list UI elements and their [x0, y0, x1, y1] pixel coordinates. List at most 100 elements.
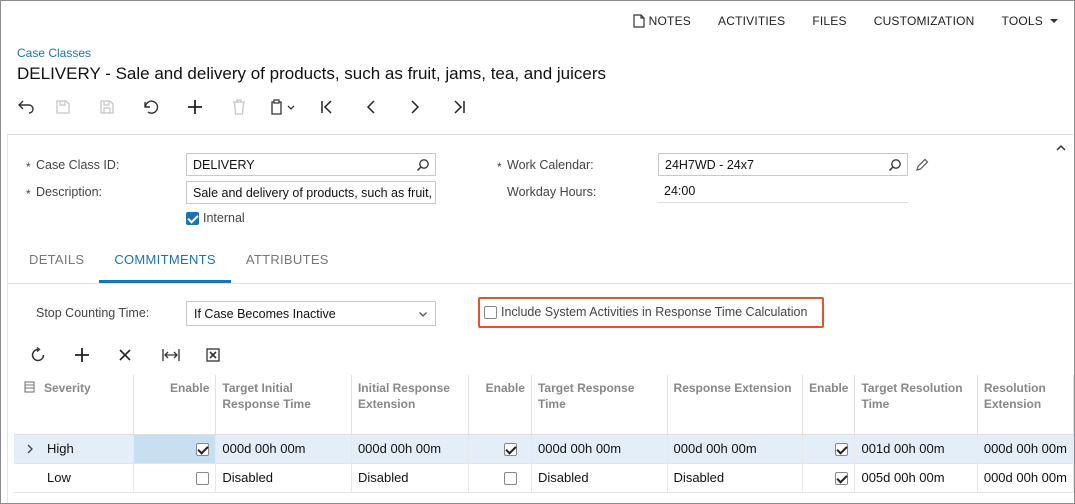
description-label: Description: — [36, 185, 102, 199]
target-response-cell[interactable]: 000d 00h 00m — [531, 434, 668, 464]
save-and-close-button[interactable] — [41, 95, 85, 119]
fit-to-screen-button[interactable] — [162, 348, 206, 362]
excel-icon — [206, 348, 220, 362]
required-mark: * — [497, 160, 502, 174]
enable-initial-cell[interactable] — [133, 463, 217, 493]
target-response-cell[interactable]: Disabled — [531, 463, 668, 493]
work-calendar-field[interactable]: 24H7WD - 24x7 — [658, 153, 908, 176]
caret-down-icon — [1050, 19, 1058, 23]
response-extension-cell[interactable]: Disabled — [667, 463, 804, 493]
column-header-resolution-extension[interactable]: Resolution Extension — [977, 375, 1074, 435]
plus-icon — [75, 348, 89, 362]
include-system-activities-box[interactable] — [484, 305, 497, 319]
enable-resolution-cell[interactable] — [802, 463, 856, 493]
grid-settings-icon[interactable] — [24, 381, 35, 393]
include-system-activities-checkbox[interactable]: Include System Activities in Response Ti… — [484, 305, 807, 319]
add-button[interactable] — [173, 95, 217, 119]
save-icon — [100, 100, 114, 114]
chevron-left-icon — [366, 100, 375, 114]
export-excel-button[interactable] — [206, 348, 250, 362]
collapse-button[interactable] — [1055, 141, 1067, 156]
column-header-initial-response-extension[interactable]: Initial Response Extension — [351, 375, 469, 435]
work-calendar-label: Work Calendar: — [507, 158, 594, 172]
resolution-extension-cell[interactable]: 000d 00h 00m — [977, 434, 1074, 464]
internal-checkbox-box[interactable] — [186, 211, 199, 225]
severity-cell[interactable]: Low — [14, 463, 135, 493]
workday-hours-value: 24:00 — [658, 181, 908, 203]
activities-button[interactable]: ACTIVITIES — [718, 14, 785, 28]
initial-response-extension-cell[interactable]: 000d 00h 00m — [351, 434, 469, 464]
tab-commitments[interactable]: COMMITMENTS — [99, 239, 231, 283]
enable-checkbox[interactable] — [503, 472, 517, 486]
tab-attributes[interactable]: ATTRIBUTES — [231, 239, 344, 283]
cancel-button[interactable] — [129, 95, 173, 119]
search-icon[interactable] — [888, 158, 902, 172]
enable-checkbox[interactable] — [835, 443, 849, 457]
notes-button[interactable]: NOTES — [633, 14, 691, 28]
column-header-target-resolution[interactable]: Target Resolution Time — [854, 375, 978, 435]
last-record-button[interactable] — [437, 95, 481, 119]
table-row[interactable]: High 000d 00h 00m 000d 00h 00m 000d 00h … — [14, 434, 1074, 464]
enable-initial-cell[interactable] — [133, 434, 217, 464]
internal-checkbox[interactable]: Internal — [186, 211, 245, 225]
enable-checkbox[interactable] — [196, 472, 210, 486]
target-resolution-cell[interactable]: 005d 00h 00m — [854, 463, 978, 493]
delete-row-button[interactable] — [118, 348, 162, 362]
table-row[interactable]: Low Disabled Disabled Disabled Disabled … — [14, 463, 1074, 493]
breadcrumb[interactable]: Case Classes — [17, 46, 91, 60]
note-icon — [633, 14, 645, 28]
enable-response-cell[interactable] — [468, 463, 532, 493]
previous-record-button[interactable] — [349, 95, 393, 119]
clipboard-icon — [271, 99, 295, 115]
next-record-button[interactable] — [393, 95, 437, 119]
chevron-right-icon — [411, 100, 420, 114]
edit-pencil-icon[interactable] — [915, 158, 929, 172]
column-header-response-extension[interactable]: Response Extension — [667, 375, 804, 435]
enable-resolution-cell[interactable] — [802, 434, 856, 464]
target-initial-response-cell[interactable]: Disabled — [215, 463, 352, 493]
column-header-enable-response[interactable]: Enable — [468, 375, 532, 435]
commitments-grid: Severity Enable Target Initial Response … — [14, 375, 1074, 493]
delete-button[interactable] — [217, 95, 261, 119]
fit-width-icon — [162, 349, 180, 361]
target-initial-response-cell[interactable]: 000d 00h 00m — [215, 434, 352, 464]
refresh-button[interactable] — [30, 347, 74, 363]
copy-paste-button[interactable] — [261, 95, 305, 119]
resolution-extension-cell[interactable]: 000d 00h 00m — [977, 463, 1074, 493]
case-class-id-field[interactable]: DELIVERY — [186, 153, 436, 176]
enable-checkbox[interactable] — [196, 443, 210, 457]
required-mark: * — [26, 187, 31, 201]
tab-details[interactable]: DETAILS — [14, 239, 99, 283]
plus-icon — [188, 100, 202, 114]
stop-counting-label: Stop Counting Time: — [36, 306, 150, 320]
column-header-target-response[interactable]: Target Response Time — [531, 375, 668, 435]
column-header-target-initial-response[interactable]: Target Initial Response Time — [215, 375, 352, 435]
chevron-down-icon — [419, 312, 427, 317]
chevron-up-icon — [1056, 144, 1066, 151]
initial-response-extension-cell[interactable]: Disabled — [351, 463, 469, 493]
column-header-enable-initial[interactable]: Enable — [133, 375, 217, 435]
description-field[interactable]: Sale and delivery of products, such as f… — [186, 181, 436, 204]
main-toolbar — [17, 95, 481, 119]
files-button[interactable]: FILES — [812, 14, 846, 28]
enable-checkbox[interactable] — [835, 472, 849, 486]
severity-cell[interactable]: High — [14, 434, 135, 464]
add-row-button[interactable] — [74, 347, 118, 363]
save-button[interactable] — [85, 95, 129, 119]
tools-button[interactable]: TOOLS — [1002, 14, 1064, 28]
column-header-severity[interactable]: Severity — [14, 375, 135, 435]
customization-button[interactable]: CUSTOMIZATION — [874, 14, 975, 28]
enable-response-cell[interactable] — [468, 434, 532, 464]
refresh-icon — [31, 347, 45, 362]
column-header-enable-resolution[interactable]: Enable — [802, 375, 856, 435]
search-icon[interactable] — [416, 158, 430, 172]
stop-counting-select[interactable]: If Case Becomes Inactive — [186, 301, 436, 326]
response-extension-cell[interactable]: 000d 00h 00m — [667, 434, 804, 464]
target-resolution-cell[interactable]: 001d 00h 00m — [854, 434, 978, 464]
top-bar: NOTES ACTIVITIES FILES CUSTOMIZATION TOO… — [606, 1, 1074, 41]
back-arrow-icon — [18, 100, 34, 114]
first-record-button[interactable] — [305, 95, 349, 119]
enable-checkbox[interactable] — [503, 443, 517, 457]
case-class-id-label: Case Class ID: — [36, 158, 120, 172]
back-button[interactable] — [17, 95, 41, 119]
